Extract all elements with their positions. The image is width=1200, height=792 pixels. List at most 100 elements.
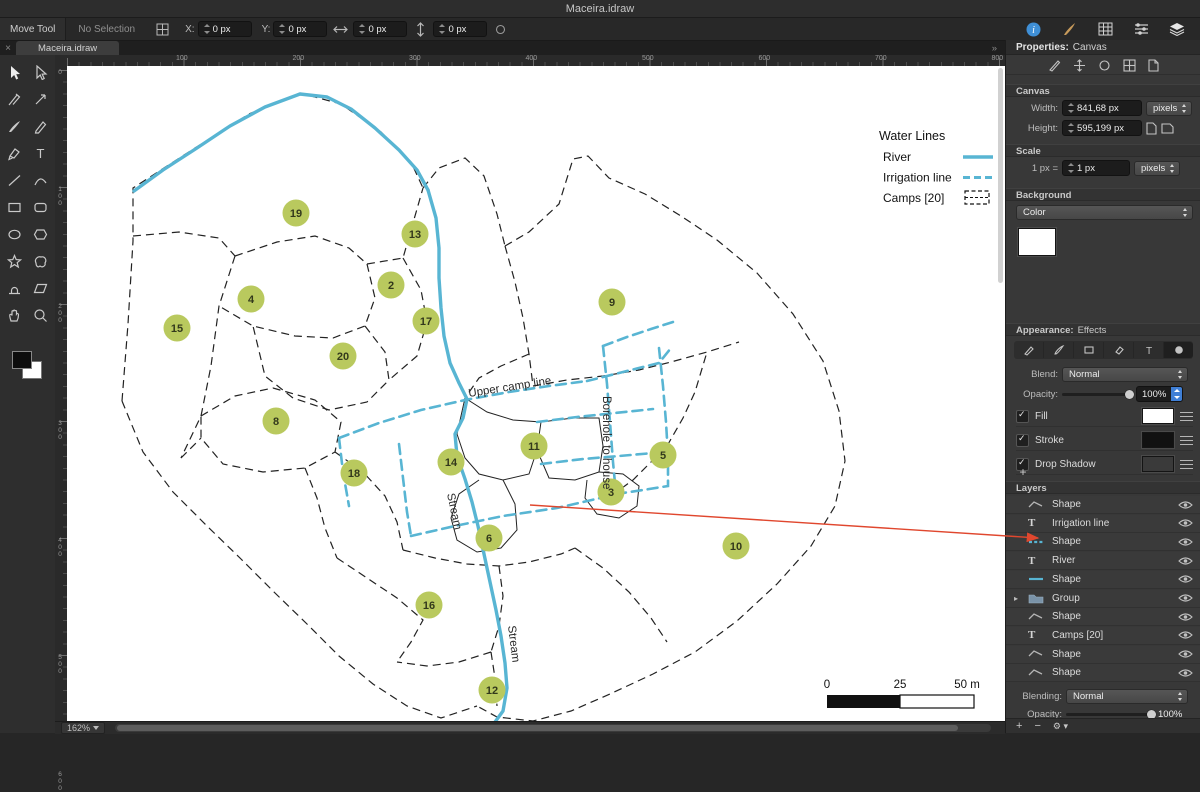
layer-visibility-eye-icon[interactable]: [1178, 537, 1193, 547]
effect-options-icon[interactable]: [1180, 435, 1193, 445]
blob-tool[interactable]: [28, 252, 54, 271]
effect-row-fill[interactable]: Fill: [1016, 406, 1193, 427]
rectangle-tool[interactable]: [2, 198, 28, 217]
alignment-grid-icon[interactable]: [152, 20, 172, 38]
layer-visibility-eye-icon[interactable]: [1178, 574, 1193, 584]
scale-stepper[interactable]: [1067, 163, 1074, 173]
layer-row-shape[interactable]: Shape: [1006, 645, 1200, 664]
grid-mode-icon[interactable]: [1123, 58, 1136, 72]
scale-unit-dropdown[interactable]: pixels: [1134, 160, 1181, 176]
layer-blending-dropdown[interactable]: Normal: [1066, 688, 1188, 704]
arc-tool[interactable]: [28, 171, 54, 190]
link-icon[interactable]: [490, 20, 510, 38]
canvas-width-field[interactable]: 841,68 px: [1062, 100, 1142, 116]
opacity-slider-knob[interactable]: [1125, 389, 1134, 399]
layer-row-shape[interactable]: Shape: [1006, 664, 1200, 683]
fill-stroke-swatch[interactable]: [12, 351, 44, 381]
move-mode-icon[interactable]: [1073, 58, 1086, 72]
star-tool[interactable]: [2, 252, 28, 271]
effect-checkbox[interactable]: [1016, 409, 1029, 423]
current-tool-label[interactable]: Move Tool: [0, 18, 67, 40]
canvas-area[interactable]: 19 13 2 4 17 9 15 20 8 11 5 14 18 3 6 10 16 12 Upper camp …: [67, 66, 1005, 721]
parallelogram-tool[interactable]: [28, 279, 54, 298]
appearance-rect-icon[interactable]: [1074, 342, 1104, 358]
opacity-slider[interactable]: [1062, 389, 1134, 399]
opacity-stepper[interactable]: [1171, 387, 1183, 401]
close-tab-button[interactable]: ×: [0, 43, 16, 54]
document-tab[interactable]: Maceira.idraw: [16, 41, 120, 55]
effect-options-icon[interactable]: [1180, 411, 1193, 421]
zoom-level-dropdown[interactable]: 162%: [61, 722, 106, 734]
layer-visibility-eye-icon[interactable]: [1178, 556, 1193, 566]
canvas-width-unit-dropdown[interactable]: pixels: [1146, 100, 1193, 116]
layer-row-river[interactable]: T River: [1006, 552, 1200, 571]
layer-opacity-slider[interactable]: [1066, 709, 1156, 719]
layer-visibility-eye-icon[interactable]: [1178, 630, 1193, 640]
remove-layer-button[interactable]: −: [1034, 720, 1040, 733]
width-field[interactable]: 0 px: [353, 21, 408, 37]
layer-row-group[interactable]: ▸ Group: [1006, 589, 1200, 608]
polygon-tool[interactable]: [28, 225, 54, 244]
canvas-vertical-scrollbar[interactable]: [997, 66, 1004, 721]
disclosure-triangle-icon[interactable]: ▸: [1014, 594, 1018, 603]
shape-mode-icon[interactable]: [1098, 59, 1111, 72]
pencil-tool[interactable]: [28, 117, 54, 136]
add-effect-button[interactable]: +: [1016, 466, 1030, 479]
canvas-horizontal-scrollbar[interactable]: [115, 724, 991, 732]
effect-row-drop-shadow[interactable]: Drop Shadow: [1016, 454, 1193, 475]
layer-visibility-eye-icon[interactable]: [1178, 593, 1193, 603]
y-stepper[interactable]: [278, 24, 286, 34]
canvas-width-stepper[interactable]: [1067, 103, 1074, 113]
effect-options-icon[interactable]: [1180, 459, 1193, 469]
appearance-marker-icon[interactable]: [1104, 342, 1134, 358]
move-tool[interactable]: [2, 63, 28, 82]
effect-checkbox[interactable]: [1016, 433, 1029, 447]
opacity-value-field[interactable]: 100%: [1136, 386, 1184, 402]
effect-color-swatch[interactable]: [1142, 432, 1174, 448]
ellipse-tool[interactable]: [2, 225, 28, 244]
layer-visibility-eye-icon[interactable]: [1178, 500, 1193, 510]
info-icon[interactable]: i: [1023, 20, 1043, 38]
x-field[interactable]: 0 px: [197, 21, 252, 37]
pen-mode-icon[interactable]: [1048, 59, 1061, 72]
grid-view-icon[interactable]: [1095, 20, 1115, 38]
y-field[interactable]: 0 px: [273, 21, 328, 37]
height-stepper[interactable]: [438, 24, 446, 34]
appearance-pencil-icon[interactable]: [1014, 342, 1044, 358]
layer-row-shape[interactable]: Shape: [1006, 570, 1200, 589]
layer-visibility-eye-icon[interactable]: [1178, 518, 1193, 528]
knife-tool[interactable]: [2, 90, 28, 109]
canvas-height-stepper[interactable]: [1067, 123, 1074, 133]
layer-row-irrigation-line[interactable]: T Irrigation line: [1006, 514, 1200, 533]
layers-stack-icon[interactable]: [1167, 20, 1187, 38]
x-stepper[interactable]: [203, 24, 210, 34]
add-layer-button[interactable]: +: [1016, 720, 1022, 733]
canvas-height-field[interactable]: 595,199 px: [1062, 120, 1142, 136]
select-tool[interactable]: [28, 63, 54, 82]
hand-tool[interactable]: [2, 306, 28, 325]
appearance-text-icon[interactable]: T: [1134, 342, 1164, 358]
horizontal-scroll-thumb[interactable]: [117, 725, 958, 731]
layer-visibility-eye-icon[interactable]: [1178, 612, 1193, 622]
style-brush-icon[interactable]: [1059, 20, 1079, 38]
zoom-tool[interactable]: [28, 306, 54, 325]
layer-settings-button[interactable]: ⚙ ▾: [1053, 720, 1068, 733]
page-mode-icon[interactable]: [1148, 58, 1159, 72]
text-tool[interactable]: T: [28, 144, 54, 163]
layer-visibility-eye-icon[interactable]: [1178, 668, 1193, 678]
marker-tool[interactable]: [2, 144, 28, 163]
fill-color-swatch[interactable]: [12, 351, 32, 369]
rounded-rect-tool[interactable]: [28, 198, 54, 217]
background-mode-dropdown[interactable]: Color: [1016, 204, 1193, 220]
brush-tool[interactable]: [2, 117, 28, 136]
width-stepper[interactable]: [358, 24, 366, 34]
layer-row-shape[interactable]: Shape: [1006, 533, 1200, 552]
effect-color-swatch[interactable]: [1142, 408, 1174, 424]
effect-color-swatch[interactable]: [1142, 456, 1174, 472]
vertical-scroll-thumb[interactable]: [998, 68, 1003, 283]
appearance-brush-icon[interactable]: [1044, 342, 1074, 358]
layer-row-camps-20-[interactable]: T Camps [20]: [1006, 626, 1200, 645]
layer-row-shape[interactable]: Shape: [1006, 496, 1200, 514]
scale-value-field[interactable]: 1 px: [1062, 160, 1130, 176]
layer-visibility-eye-icon[interactable]: [1178, 649, 1193, 659]
